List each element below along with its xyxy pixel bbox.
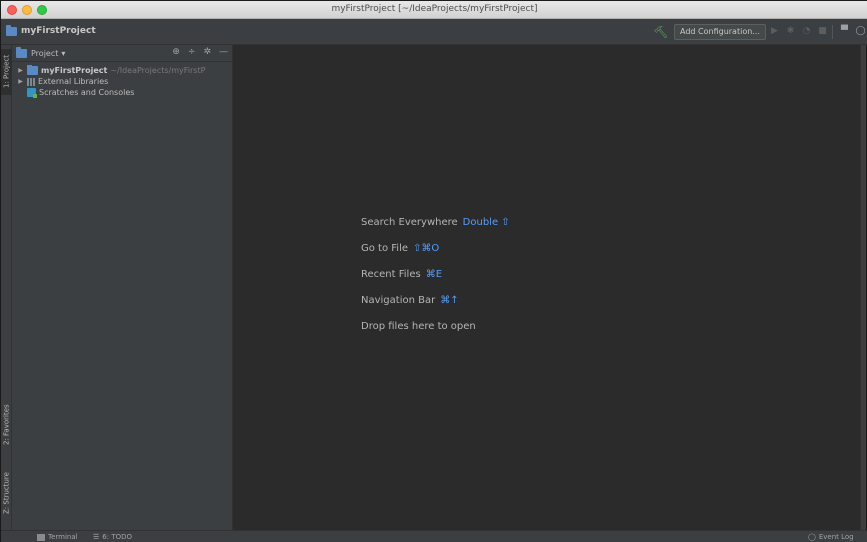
list-icon: ☰ (93, 533, 100, 541)
tree-item-label: Scratches and Consoles (39, 88, 135, 97)
add-configuration-button[interactable]: Add Configuration... (674, 24, 766, 40)
tree-item-label: myFirstProject (41, 66, 108, 75)
toolbar-separator (832, 25, 833, 39)
ide-window: myFirstProject [~/IdeaProjects/myFirstPr… (0, 0, 867, 542)
hint-label: Drop files here to open (361, 321, 476, 332)
project-view-icon (16, 46, 27, 58)
locate-file-icon[interactable]: ⊕ (172, 47, 180, 57)
hint-label: Search Everywhere (361, 217, 458, 228)
hint-label: Recent Files (361, 269, 421, 280)
favorites-tool-tab-label: 2: Favorites (2, 404, 11, 446)
hint-label: Go to File (361, 243, 408, 254)
search-icon[interactable]: ◯ (855, 26, 866, 37)
stop-icon[interactable]: ■ (817, 26, 828, 37)
right-tool-strip[interactable] (860, 45, 866, 530)
build-hammer-icon[interactable]: 🔨︎ (653, 25, 668, 39)
tree-item-path: ~/IdeaProjects/myFirstP (110, 66, 206, 75)
scratches-icon (27, 88, 37, 98)
tree-item-project[interactable]: ▶ myFirstProject ~/IdeaProjects/myFirstP (12, 65, 232, 76)
run-icon[interactable]: ▶ (769, 26, 780, 37)
expand-arrow-icon[interactable]: ▶ (17, 67, 24, 74)
breadcrumb[interactable]: myFirstProject (6, 24, 96, 36)
editor-area[interactable]: Search Everywhere Double ⇧ Go to File ⇧⌘… (233, 45, 862, 530)
event-log-button[interactable]: ◯ Event Log (808, 533, 854, 541)
terminal-tool-button[interactable]: Terminal (37, 533, 78, 541)
hint-shortcut: Double ⇧ (462, 217, 510, 228)
hint-search-everywhere: Search Everywhere Double ⇧ (361, 217, 510, 243)
debug-icon[interactable]: ✱ (785, 26, 796, 37)
structure-tool-tab[interactable]: Z: Structure (1, 465, 12, 521)
chevron-down-icon[interactable]: ▾ (61, 49, 65, 58)
tree-item-label: External Libraries (38, 77, 109, 86)
project-tool-tab-label: 1: Project (2, 55, 11, 89)
hint-shortcut: ⌘↑ (440, 295, 459, 306)
event-log-icon: ◯ (808, 533, 816, 541)
event-log-label: Event Log (818, 533, 854, 541)
expand-arrow-icon[interactable]: ▶ (17, 78, 24, 85)
hint-shortcut: ⌘E (425, 269, 443, 280)
editor-empty-hints: Search Everywhere Double ⇧ Go to File ⇧⌘… (361, 217, 510, 347)
terminal-icon (37, 533, 45, 541)
hide-panel-icon[interactable]: — (219, 47, 228, 57)
window-title: myFirstProject [~/IdeaProjects/myFirstPr… (331, 4, 538, 14)
project-panel: Project ▾ ⊕ ÷ ✲ — ▶ myFirstProject ~/Ide… (12, 45, 233, 530)
breadcrumb-project[interactable]: myFirstProject (21, 26, 96, 36)
status-bar: Terminal ☰ 6: TODO ◯ Event Log (1, 530, 867, 542)
hint-navigation-bar: Navigation Bar ⌘↑ (361, 295, 510, 321)
collapse-all-icon[interactable]: ÷ (188, 47, 196, 57)
favorites-tool-tab[interactable]: 2: Favorites (1, 397, 12, 453)
project-tool-tab[interactable]: 1: Project (1, 49, 12, 95)
project-structure-icon[interactable]: ▀ (839, 26, 850, 37)
project-folder-icon (6, 24, 17, 36)
navigation-bar: myFirstProject 🔨︎ Add Configuration... ▶… (1, 19, 867, 45)
library-icon (27, 77, 35, 86)
tree-item-external-libraries[interactable]: ▶ External Libraries (12, 76, 232, 87)
left-tool-strip: 1: Project 2: Favorites Z: Structure (1, 45, 12, 530)
gear-icon[interactable]: ✲ (203, 47, 211, 57)
tree-item-scratches[interactable]: Scratches and Consoles (12, 87, 232, 98)
terminal-label: Terminal (48, 533, 78, 541)
hint-shortcut: ⇧⌘O (413, 243, 440, 254)
hint-label: Navigation Bar (361, 295, 436, 306)
coverage-icon[interactable]: ◔ (801, 26, 812, 37)
hint-drop-files: Drop files here to open (361, 321, 510, 347)
project-tree: ▶ myFirstProject ~/IdeaProjects/myFirstP… (12, 62, 232, 98)
structure-tool-tab-label: Z: Structure (2, 472, 11, 514)
title-bar: myFirstProject [~/IdeaProjects/myFirstPr… (1, 1, 867, 19)
project-panel-header: Project ▾ ⊕ ÷ ✲ — (12, 45, 232, 62)
project-view-selector[interactable]: Project (31, 49, 58, 58)
todo-tool-button[interactable]: ☰ 6: TODO (93, 533, 132, 541)
todo-label: 6: TODO (102, 533, 133, 541)
module-folder-icon (27, 65, 38, 75)
hint-go-to-file: Go to File ⇧⌘O (361, 243, 510, 269)
hint-recent-files: Recent Files ⌘E (361, 269, 510, 295)
